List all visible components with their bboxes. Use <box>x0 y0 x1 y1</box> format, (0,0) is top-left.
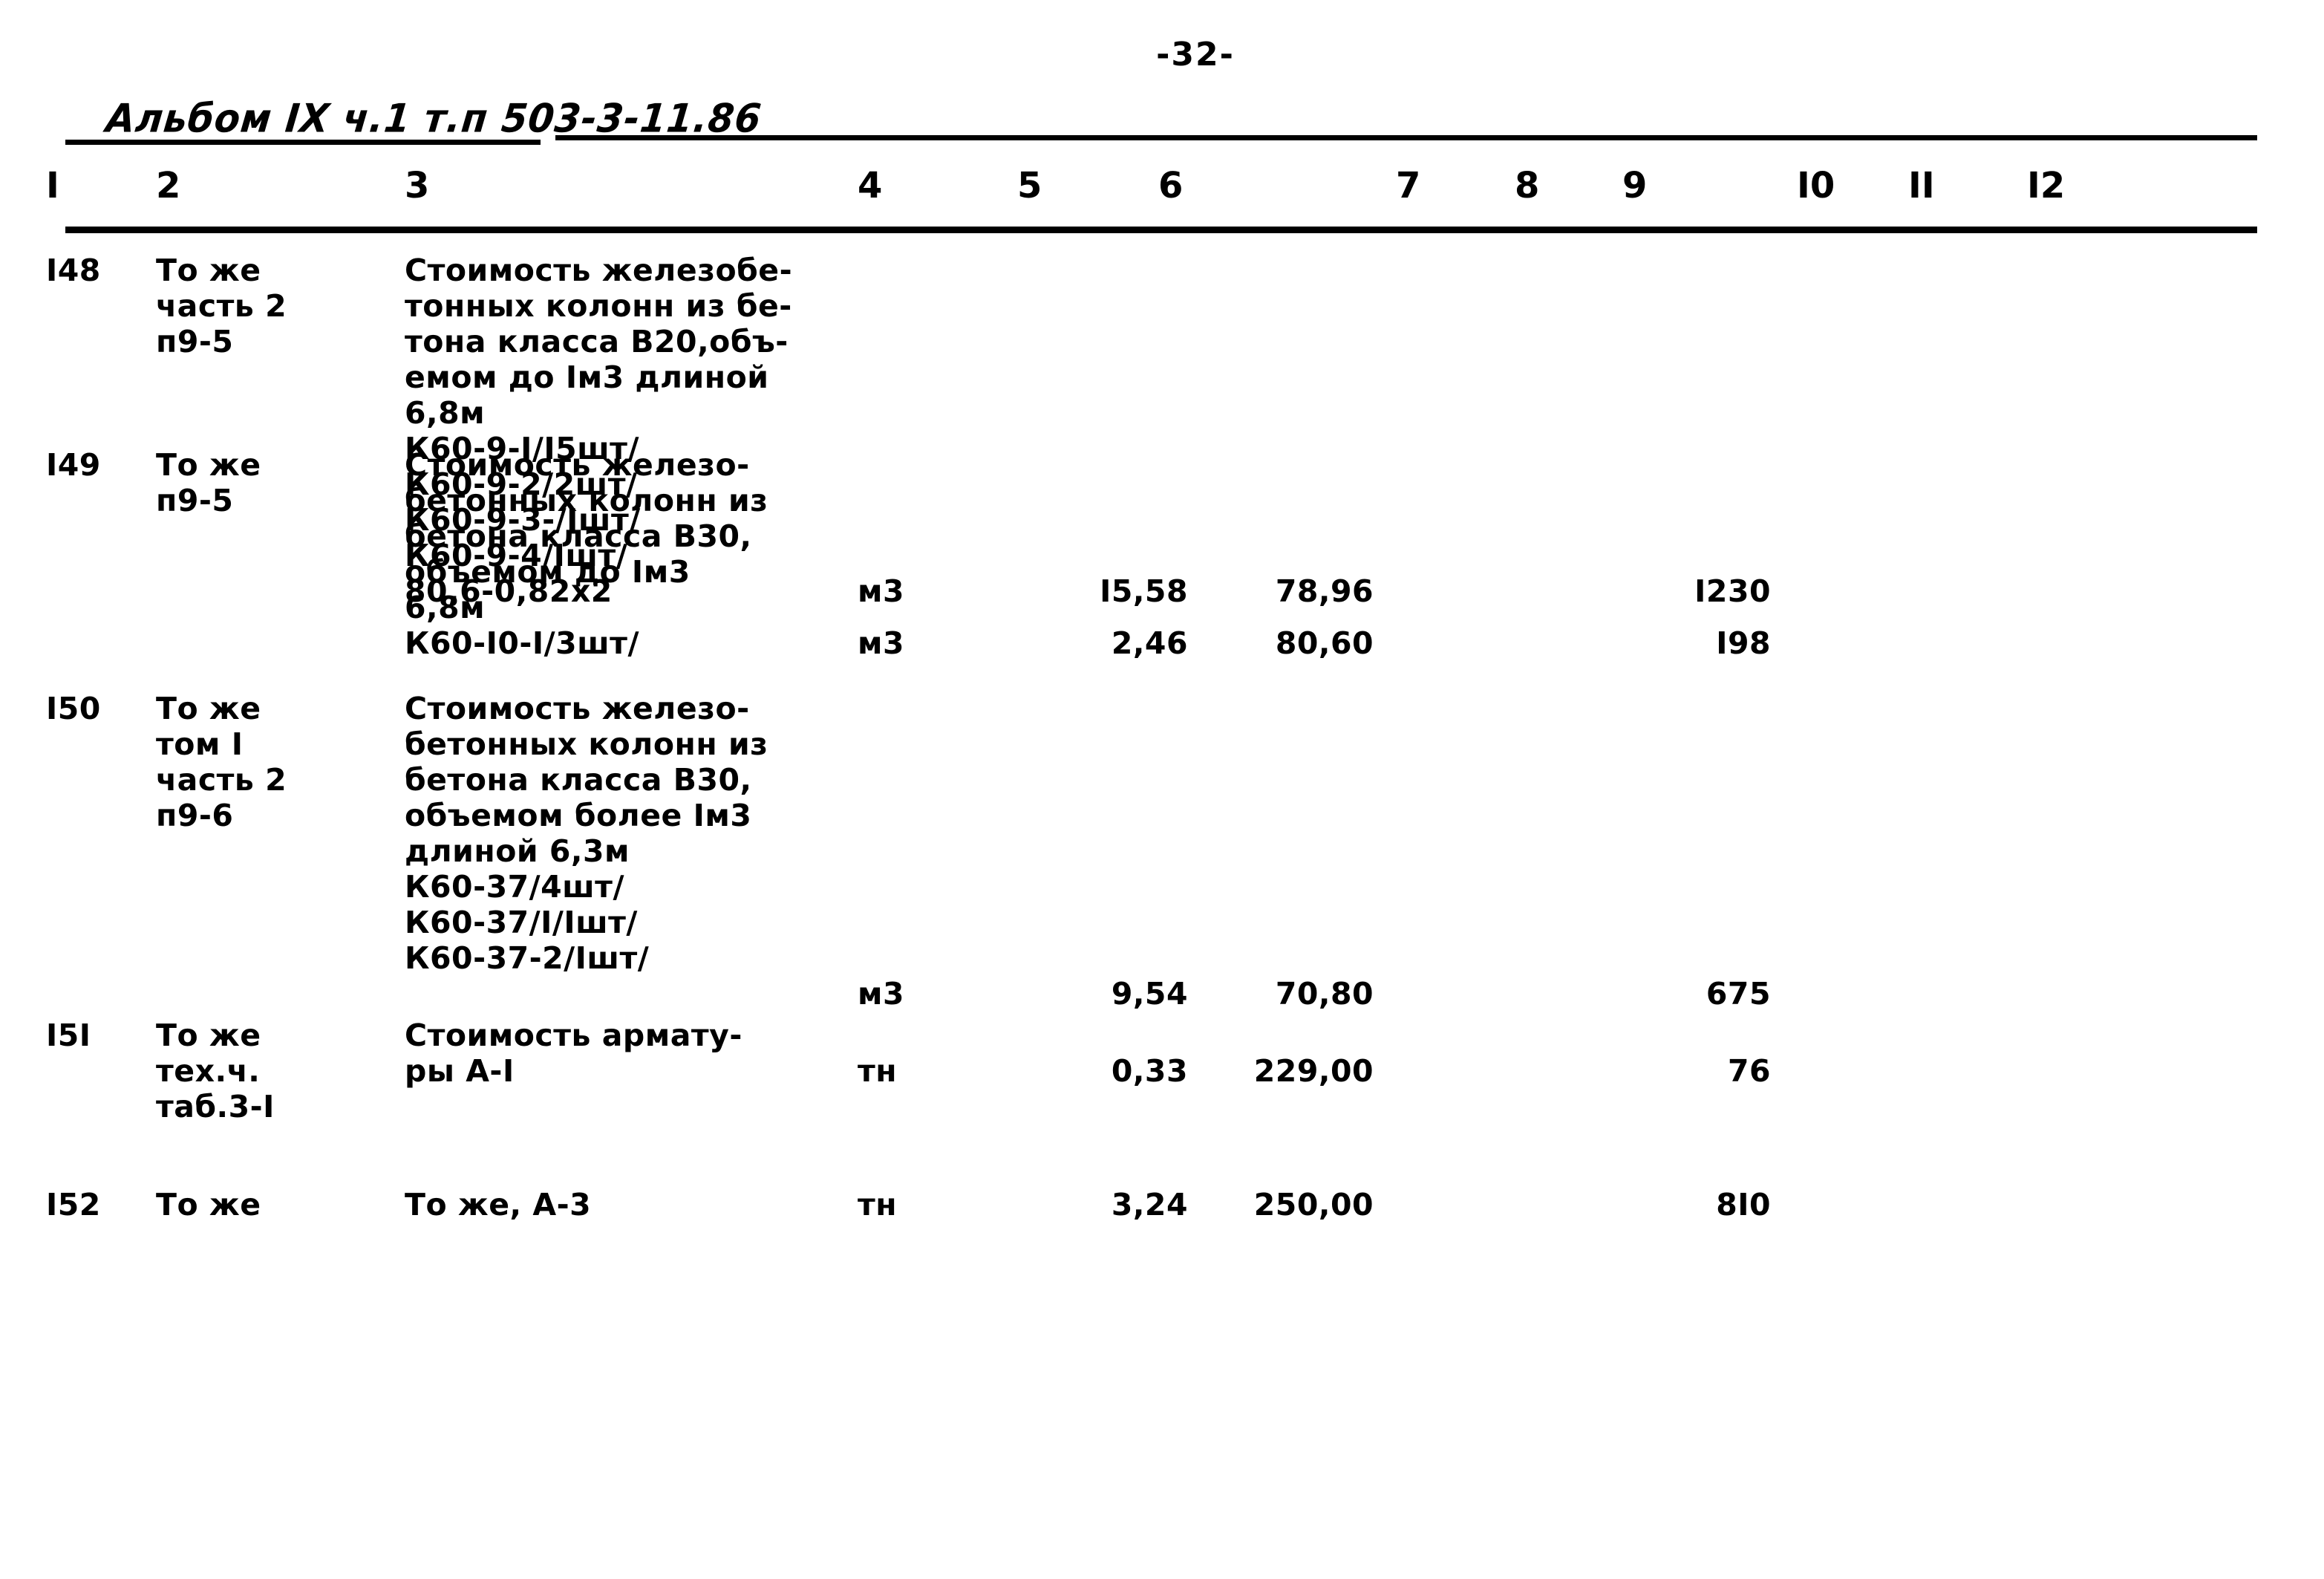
cell-source-reference: То же тех.ч. таб.3-I <box>156 1018 275 1124</box>
column-header-11: II <box>1908 165 1935 206</box>
cell-row-number: I49 <box>46 447 101 483</box>
cell-unit-price: 70,80 <box>1275 976 1374 1012</box>
caption-underline-left <box>65 140 541 145</box>
column-header-6: 6 <box>1158 165 1184 206</box>
column-header-5: 5 <box>1017 165 1042 206</box>
cell-row-number: I48 <box>46 253 101 288</box>
table-column-header-row: I 2 3 4 5 6 7 8 9 I0 II I2 <box>0 165 2324 217</box>
cell-row-number: I52 <box>46 1187 101 1222</box>
cell-source-reference: То же том I часть 2 п9-6 <box>156 691 287 833</box>
cell-unit-price: 78,96 <box>1275 573 1374 609</box>
cell-source-reference: То же <box>156 1187 261 1222</box>
cell-row-number: I50 <box>46 691 101 726</box>
cell-unit-price: 80,60 <box>1275 625 1374 661</box>
column-header-1: I <box>46 165 59 206</box>
cell-total-cost: 76 <box>1727 1053 1771 1089</box>
header-rule <box>65 227 2257 233</box>
column-header-9: 9 <box>1622 165 1648 206</box>
caption-underline-right <box>555 135 2257 140</box>
cell-unit-price: 229,00 <box>1253 1053 1374 1089</box>
cell-unit: м3 <box>858 625 905 661</box>
cell-description: То же, А-3 <box>405 1187 592 1222</box>
album-caption: Альбом IX ч.1 т.п 503-3-11.86 <box>104 95 764 141</box>
cell-unit: м3 <box>858 976 905 1012</box>
cell-unit-price: 250,00 <box>1253 1187 1374 1222</box>
page-number: -32- <box>1156 36 1235 74</box>
cell-unit: тн <box>858 1187 898 1222</box>
column-header-4: 4 <box>858 165 883 206</box>
column-header-8: 8 <box>1515 165 1540 206</box>
column-header-7: 7 <box>1396 165 1421 206</box>
cell-description: Стоимость армату- ры А-I <box>405 1018 742 1089</box>
cell-total-cost: 675 <box>1706 976 1771 1012</box>
column-header-12: I2 <box>2027 165 2066 206</box>
column-header-2: 2 <box>156 165 181 206</box>
cell-unit: тн <box>858 1053 898 1089</box>
cell-source-reference: То же часть 2 п9-5 <box>156 253 287 359</box>
cell-total-cost: I98 <box>1716 625 1771 661</box>
column-header-3: 3 <box>405 165 430 206</box>
cell-description: Стоимость железо- бетонных колонн из бет… <box>405 691 768 976</box>
cell-unit: м3 <box>858 573 905 609</box>
column-header-10: I0 <box>1797 165 1835 206</box>
cell-total-cost: 8I0 <box>1716 1187 1771 1222</box>
cell-total-cost: I230 <box>1694 573 1771 609</box>
cell-source-reference: То же п9-5 <box>156 447 261 518</box>
cell-row-number: I5I <box>46 1018 91 1053</box>
cell-description: Стоимость железо- бетонных колонн из бет… <box>405 447 768 661</box>
